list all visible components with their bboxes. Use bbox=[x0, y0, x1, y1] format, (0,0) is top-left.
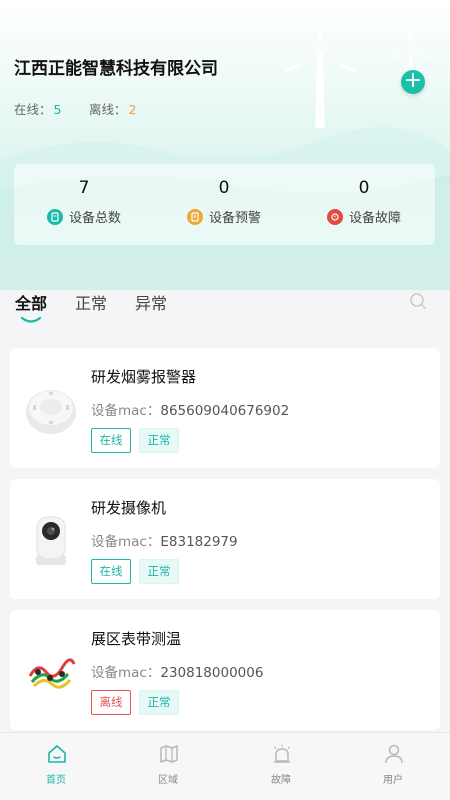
stat-label: 设备总数 bbox=[68, 211, 121, 226]
header-banner: 江西正能智慧科技有限公司 在线：5 离线：2 + 7 设备总数 0 设备预警 bbox=[0, 0, 450, 290]
wind-turbine-background bbox=[0, 18, 450, 290]
fault-icon bbox=[326, 208, 343, 225]
nav-home[interactable]: 首页 bbox=[0, 733, 112, 800]
home-icon bbox=[48, 745, 66, 763]
add-device-button[interactable]: + bbox=[401, 70, 425, 94]
active-tab-indicator bbox=[20, 316, 42, 323]
stats-panel: 7 设备总数 0 设备预警 0 设备故障 bbox=[14, 164, 435, 245]
filter-tabs: 全部 正常 异常 bbox=[0, 290, 450, 330]
search-icon[interactable] bbox=[409, 292, 427, 310]
device-card[interactable]: 研发烟雾报警器 设备mac：865609040676902 在线 正常 bbox=[10, 348, 440, 468]
warning-icon bbox=[186, 208, 203, 225]
device-card[interactable]: 展区表带测温 设备mac：230818000006 离线 正常 bbox=[10, 610, 440, 730]
tab-normal[interactable]: 正常 bbox=[75, 290, 107, 314]
state-badge: 正常 bbox=[139, 428, 179, 453]
smoke-detector-icon bbox=[26, 390, 76, 434]
state-badge: 正常 bbox=[139, 559, 179, 584]
stat-value: 0 bbox=[218, 178, 230, 198]
alarm-icon bbox=[274, 744, 290, 763]
connection-badge: 离线 bbox=[91, 690, 131, 715]
offline-status: 离线： 2 bbox=[89, 99, 136, 118]
company-name: 江西正能智慧科技有限公司 bbox=[14, 59, 218, 79]
nav-label: 首页 bbox=[46, 775, 66, 786]
nav-region[interactable]: 区域 bbox=[112, 733, 224, 800]
nav-fault[interactable]: 故障 bbox=[225, 733, 337, 800]
device-total-icon bbox=[46, 208, 63, 225]
device-mac: 设备mac：865609040676902 bbox=[91, 403, 290, 419]
nav-label: 故障 bbox=[271, 775, 291, 786]
stat-device-fault[interactable]: 0 设备故障 bbox=[294, 164, 434, 245]
bottom-nav: 首页 区域 故障 用户 bbox=[0, 732, 450, 800]
tab-abnormal[interactable]: 异常 bbox=[135, 290, 167, 314]
offline-count: 2 bbox=[128, 102, 137, 117]
device-mac: 设备mac：230818000006 bbox=[91, 665, 264, 681]
plus-icon: + bbox=[403, 68, 423, 93]
user-icon bbox=[385, 744, 403, 764]
device-mac: 设备mac：E83182979 bbox=[91, 534, 238, 550]
nav-label: 区域 bbox=[158, 775, 178, 786]
device-name: 研发摄像机 bbox=[91, 499, 167, 517]
stat-device-total[interactable]: 7 设备总数 bbox=[14, 164, 154, 245]
stat-value: 0 bbox=[358, 178, 370, 198]
map-icon bbox=[160, 745, 178, 763]
tab-all[interactable]: 全部 bbox=[15, 290, 47, 314]
nav-user[interactable]: 用户 bbox=[337, 733, 449, 800]
offline-label: 离线： bbox=[89, 102, 127, 117]
device-name: 展区表带测温 bbox=[91, 630, 182, 648]
online-label: 在线： bbox=[14, 102, 52, 117]
online-status: 在线： 5 bbox=[14, 99, 61, 118]
connection-badge: 在线 bbox=[91, 559, 131, 584]
stat-value: 7 bbox=[78, 178, 90, 198]
camera-icon bbox=[36, 516, 66, 565]
temperature-strap-icon bbox=[28, 658, 76, 689]
device-name: 研发烟雾报警器 bbox=[91, 368, 197, 386]
connection-badge: 在线 bbox=[91, 428, 131, 453]
online-count: 5 bbox=[53, 102, 62, 117]
stat-label: 设备故障 bbox=[348, 211, 401, 226]
nav-label: 用户 bbox=[383, 775, 403, 786]
state-badge: 正常 bbox=[139, 690, 179, 715]
device-card[interactable]: 研发摄像机 设备mac：E83182979 在线 正常 bbox=[10, 479, 440, 599]
stat-device-warning[interactable]: 0 设备预警 bbox=[154, 164, 294, 245]
stat-label: 设备预警 bbox=[208, 211, 261, 226]
